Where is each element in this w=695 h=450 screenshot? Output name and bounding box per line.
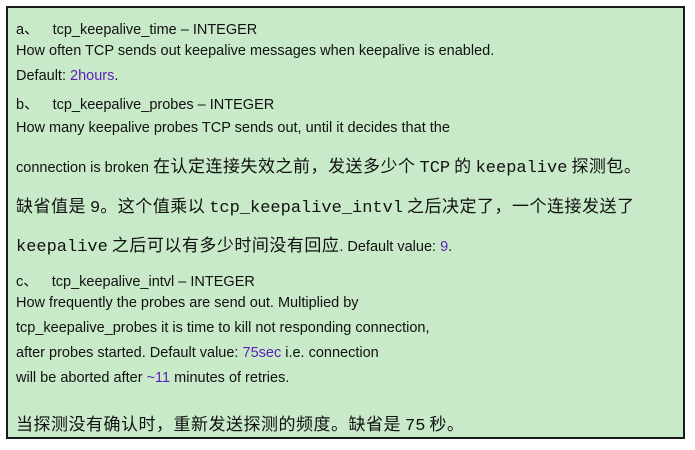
param-b-desc2-tcp: TCP	[419, 159, 451, 178]
param-c-cn-num: 75	[405, 417, 426, 436]
param-c-description-3: after probes started. Default value: 75s…	[16, 345, 379, 361]
param-c-desc4-post: minutes of retries.	[170, 370, 290, 386]
param-a-description: How often TCP sends out keepalive messag…	[16, 43, 495, 59]
param-c-description-2: tcp_keepalive_probes it is time to kill …	[16, 320, 430, 336]
param-b-desc2-cn1: 在认定连接失效之前，发送多少个	[153, 157, 416, 177]
param-a-default-label: Default:	[16, 68, 70, 84]
param-b-desc3-cn2: 。这个值乘以	[100, 197, 206, 217]
param-c-desc4-pre: will be aborted after	[16, 370, 147, 386]
param-b-desc3-kw: tcp_keepalive_intvl	[209, 199, 404, 218]
param-b-desc3-cn1: 缺省值是	[16, 197, 86, 217]
param-c-desc3-pre: after probes started. Default value:	[16, 345, 243, 361]
param-b-description-1: How many keepalive probes TCP sends out,…	[16, 120, 450, 136]
parameter-doc-box: a、 tcp_keepalive_time – INTEGER How often…	[6, 6, 685, 439]
param-c-abort-value: ~11	[146, 370, 171, 386]
param-c-chinese-note: 当探测没有确认时，重新发送探测的频度。缺省是 75 秒。	[16, 410, 464, 436]
param-b-description-3: 缺省值是 9。这个值乘以 tcp_keepalive_intvl 之后决定了，一…	[16, 192, 635, 218]
param-b-description-2: connection is broken 在认定连接失效之前，发送多少个 TCP…	[16, 152, 641, 178]
param-b-desc2-cn2: 的	[454, 157, 472, 177]
param-c-cn-tail: 秒。	[429, 415, 465, 435]
param-c-marker: c、	[16, 274, 38, 290]
param-b-description-4: keepalive 之后可以有多少时间没有回应. Default value: …	[16, 231, 452, 257]
param-c-cn: 当探测没有确认时，重新发送探测的频度。缺省是	[16, 415, 401, 435]
param-a-default-tail: .	[114, 68, 119, 84]
param-a-heading: a、 tcp_keepalive_time – INTEGER	[16, 18, 257, 39]
param-b-desc3-num: 9	[90, 199, 101, 218]
param-b-name: tcp_keepalive_probes – INTEGER	[52, 97, 275, 113]
param-b-default-tail: .	[448, 239, 453, 255]
param-a-default-value: 2hours	[70, 68, 115, 84]
param-b-desc4-kw: keepalive	[16, 238, 108, 257]
param-c-description-4: will be aborted after ~11 minutes of ret…	[16, 370, 289, 386]
param-b-desc2-cn3: 探测包。	[571, 157, 642, 177]
param-a-default: Default: 2hours.	[16, 68, 118, 84]
param-b-desc3-cn3: 之后决定了，一个连接发送了	[407, 197, 635, 217]
param-c-description-1: How frequently the probes are send out. …	[16, 295, 359, 311]
param-b-heading: b、 tcp_keepalive_probes – INTEGER	[16, 93, 274, 114]
param-b-default-label: . Default value:	[339, 239, 441, 255]
param-c-default-value: 75sec	[242, 345, 282, 361]
param-b-marker: b、	[16, 97, 39, 113]
param-b-desc4-cn: 之后可以有多少时间没有回应	[111, 236, 340, 256]
param-c-name: tcp_keepalive_intvl – INTEGER	[51, 274, 255, 290]
param-c-heading: c、 tcp_keepalive_intvl – INTEGER	[16, 270, 255, 291]
param-c-desc3-post: i.e. connection	[281, 345, 379, 361]
param-b-default-value: 9	[440, 239, 449, 255]
param-a-marker: a、	[16, 22, 39, 38]
param-a-name: tcp_keepalive_time – INTEGER	[52, 22, 258, 38]
param-b-desc2-en: connection is broken	[16, 160, 149, 176]
param-b-desc2-kw: keepalive	[475, 159, 568, 178]
